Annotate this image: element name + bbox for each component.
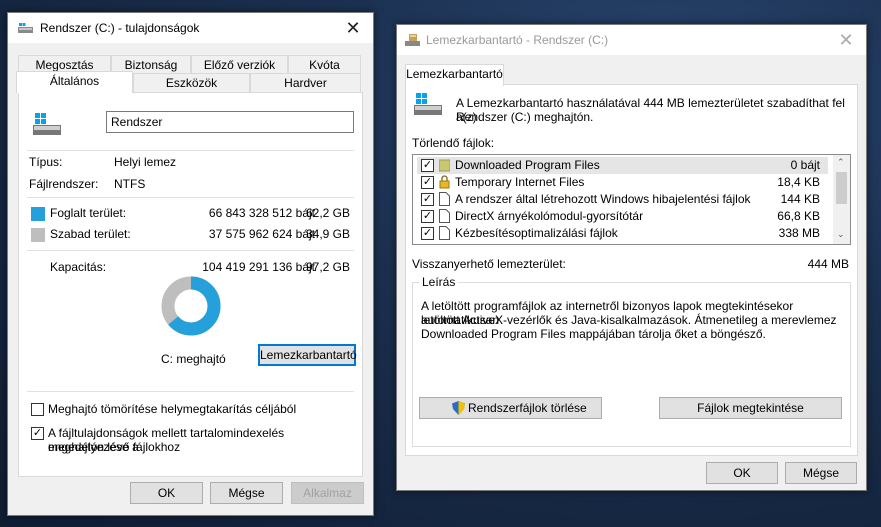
tab-quota[interactable]: Kvóta (288, 55, 361, 74)
tab-tools[interactable]: Eszközök (133, 73, 250, 92)
separator (27, 250, 354, 251)
separator (27, 391, 354, 392)
drive-icon (33, 113, 61, 135)
file-checkbox[interactable]: ✓ (421, 210, 434, 223)
file-icon (439, 209, 450, 223)
file-size: 0 bájt (790, 158, 820, 172)
tab-disk-cleanup[interactable]: Lemezkarbantartó (405, 64, 504, 86)
file-name: A rendszer által létrehozott Windows hib… (455, 192, 751, 206)
type-value: Helyi lemez (114, 155, 177, 169)
description-line3: Downloaded Program Files mappájában táro… (421, 327, 766, 341)
file-list-item[interactable]: ✓ DirectX árnyékolómodul-gyorsítótár 66,8 … (417, 208, 828, 225)
lock-icon (439, 175, 450, 189)
usage-donut-chart (161, 276, 221, 336)
file-checkbox[interactable]: ✓ (421, 159, 434, 172)
file-size: 18,4 KB (777, 175, 820, 189)
file-checkbox[interactable]: ✓ (421, 193, 434, 206)
capacity-label: Kapacitás: (50, 260, 107, 274)
file-name: Kézbesítésoptimalizálási fájlok (455, 226, 618, 240)
file-name: Temporary Internet Files (455, 175, 585, 189)
file-checkbox[interactable]: ✓ (421, 227, 434, 240)
disk-cleanup-title-icon (405, 34, 420, 46)
scroll-down-arrow[interactable]: ⌄ (837, 229, 845, 240)
description-line2: letöltött ActiveX-vezérlők és Java-kisal… (421, 313, 837, 327)
file-list-item[interactable]: ✓ A rendszer által létrehozott Windows hi… (417, 191, 828, 208)
cleanup-system-files-button[interactable]: Rendszerfájlok törlése (419, 397, 602, 419)
file-icon (439, 226, 450, 240)
folder-icon (439, 159, 450, 172)
free-gb: 34,9 GB (305, 227, 350, 241)
scroll-up-arrow[interactable]: ⌃ (837, 157, 845, 168)
file-size: 144 KB (780, 192, 820, 206)
disk-cleanup-button[interactable]: Lemezkarbantartó (258, 344, 357, 366)
compress-label: Meghajtó tömörítése helymegtakarítás cél… (48, 402, 297, 416)
fs-label: Fájlrendszer: (29, 177, 99, 191)
tab-hardware[interactable]: Hardver (250, 73, 361, 92)
used-gb: 62,2 GB (305, 206, 350, 220)
cleanup-window: Lemezkarbantartó - Rendszer (C:) ✕ Lemez… (396, 24, 867, 491)
list-scrollbar[interactable]: ⌃ ⌄ (833, 155, 850, 244)
file-list-item[interactable]: ✓ Downloaded Program Files 0 bájt (417, 157, 828, 174)
cleanup-titlebar: Lemezkarbantartó - Rendszer (C:) ✕ (397, 25, 866, 55)
properties-window: Rendszer (C:) - tulajdonságok ✕ Megosztá… (7, 12, 374, 516)
intro-line2: Rendszer (C:) meghajtón. (456, 110, 594, 124)
separator (27, 150, 354, 151)
tab-previous-versions[interactable]: Előző verziók (191, 55, 288, 74)
drive-title-icon (18, 23, 33, 33)
index-checkbox[interactable]: ✓ (31, 427, 44, 440)
file-list-item[interactable]: ✓ Kézbesítésoptimalizálási fájlok 338 MB (417, 225, 828, 242)
file-name: Downloaded Program Files (455, 158, 600, 172)
file-checkbox[interactable]: ✓ (421, 176, 434, 189)
free-bytes: 37 575 962 624 bájt (208, 227, 315, 241)
apply-button[interactable]: Alkalmaz (291, 482, 364, 504)
compress-checkbox[interactable] (31, 403, 44, 416)
type-label: Típus: (29, 155, 63, 169)
shield-icon (452, 401, 465, 415)
file-icon (439, 192, 450, 206)
ok-button[interactable]: OK (130, 482, 203, 504)
cleanup-panel: A Lemezkarbantartó használatával 444 MB … (405, 84, 858, 456)
cleanup-close-button[interactable]: ✕ (826, 27, 866, 53)
tab-general[interactable]: Általános (16, 71, 133, 93)
description-groupbox-label: Leírás (419, 275, 459, 289)
index-label-line2: meghajtón lévő fájlokhoz (48, 440, 181, 454)
cancel-button[interactable]: Mégse (210, 482, 283, 504)
scroll-thumb[interactable] (836, 172, 847, 204)
file-name: DirectX árnyékolómodul-gyorsítótár (455, 209, 644, 223)
properties-titlebar: Rendszer (C:) - tulajdonságok ✕ (8, 13, 373, 43)
used-label: Foglalt terület: (50, 206, 127, 220)
cleanup-system-files-label: Rendszerfájlok törlése (468, 401, 587, 415)
fs-value: NTFS (114, 177, 146, 191)
file-size: 66,8 KB (777, 209, 820, 223)
drive-name-input[interactable] (106, 111, 354, 133)
recoverable-label: Visszanyerhető lemezterület: (412, 257, 566, 271)
file-list-item[interactable]: ✓ Temporary Internet Files 18,4 KB (417, 174, 828, 191)
files-to-delete-label: Törlendő fájlok: (412, 136, 495, 150)
properties-title: Rendszer (C:) - tulajdonságok (40, 21, 200, 35)
drive-label: C: meghajtó (161, 352, 226, 366)
file-size: 338 MB (778, 226, 820, 240)
general-panel: Típus: Helyi lemez Fájlrendszer: NTFS Fo… (18, 92, 363, 477)
view-files-button[interactable]: Fájlok megtekintése (659, 397, 842, 419)
free-label: Szabad terület: (50, 227, 131, 241)
separator (27, 197, 354, 198)
cancel-button[interactable]: Mégse (785, 462, 857, 484)
free-color-swatch (31, 228, 45, 242)
ok-button[interactable]: OK (706, 462, 778, 484)
drive-icon (414, 93, 442, 115)
properties-close-button[interactable]: ✕ (333, 15, 373, 41)
used-color-swatch (31, 207, 45, 221)
files-list[interactable]: ✓ Downloaded Program Files 0 bájt ✓ Temporar… (412, 154, 851, 245)
capacity-bytes: 104 419 291 136 bájt (202, 260, 315, 274)
used-bytes: 66 843 328 512 bájt (208, 206, 315, 220)
recoverable-value: 444 MB (807, 257, 849, 271)
capacity-gb: 97,2 GB (305, 260, 350, 274)
description-groupbox: Leírás A letöltött programfájlok az inte… (412, 275, 851, 447)
cleanup-title: Lemezkarbantartó - Rendszer (C:) (426, 33, 609, 47)
